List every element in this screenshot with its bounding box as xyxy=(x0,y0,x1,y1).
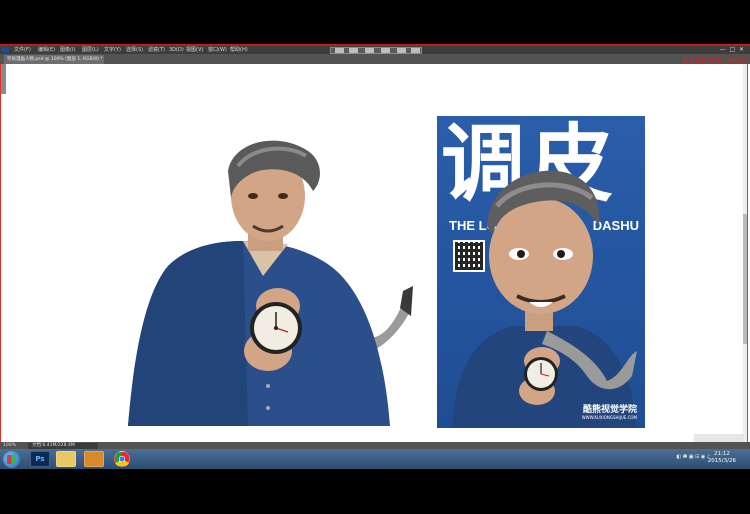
photoshop-logo-icon xyxy=(2,47,9,53)
menu-view[interactable]: 视图(V) xyxy=(186,47,203,54)
photoshop-icon[interactable]: Ps xyxy=(30,451,50,467)
system-tray[interactable]: ◧ ❶ ▣ ⊟ ◉ ♪ xyxy=(676,454,710,460)
minimize-icon[interactable]: — xyxy=(720,46,726,53)
window-controls: — □ ✕ xyxy=(720,46,744,54)
clock-time: 21:12 xyxy=(713,451,730,457)
poster-brand: 酷熊视觉学院 WWW.KUXIONGSHIJUE.COM xyxy=(582,402,637,420)
brand-url: WWW.KUXIONGSHIJUE.COM xyxy=(581,415,637,420)
workspace-switcher[interactable] xyxy=(330,47,422,54)
chrome-icon[interactable] xyxy=(114,451,130,467)
menu-layer[interactable]: 图层(L) xyxy=(82,47,99,54)
menu-filter[interactable]: 滤镜(T) xyxy=(148,47,165,54)
menu-type[interactable]: 文字(Y) xyxy=(104,47,121,54)
vertical-scrollbar[interactable] xyxy=(743,64,747,444)
caricature-poster: 调皮 THE LO DASHU 酷熊视觉学院 WWW.KUXIONGSHIJUE… xyxy=(437,116,645,428)
folder-icon[interactable] xyxy=(56,451,76,467)
menu-window[interactable]: 窗口(W) xyxy=(208,47,227,54)
clock[interactable]: 21:12 2015/3/26 xyxy=(708,451,736,465)
scrollbar-thumb[interactable] xyxy=(743,214,747,344)
clock-date: 2015/3/26 xyxy=(707,458,736,464)
portrait-photo xyxy=(128,140,413,426)
menu-select[interactable]: 选择(S) xyxy=(126,47,143,54)
start-icon[interactable] xyxy=(3,451,20,468)
menu-help[interactable]: 帮助(H) xyxy=(230,47,248,54)
document-tab-bar: 夸张漫画人物.psd @ 100% (图层 1, RGB/8) * 更多视频专栏… xyxy=(0,54,750,64)
menu-image[interactable]: 图像(I) xyxy=(60,47,75,54)
maximize-icon[interactable]: □ xyxy=(729,46,735,53)
brand-name: 酷熊视觉学院 xyxy=(582,405,637,415)
overlay-note: 更多视频专栏：米拉手 xyxy=(682,56,747,64)
menu-bar: 文件(F) 编辑(E) 图像(I) 图层(L) 文字(Y) 选择(S) 滤镜(T… xyxy=(0,44,750,54)
document-tab[interactable]: 夸张漫画人物.psd @ 100% (图层 1, RGB/8) * xyxy=(4,55,104,64)
bear-icon[interactable] xyxy=(84,451,104,467)
photoshop-window: 文件(F) 编辑(E) 图像(I) 图层(L) 文字(Y) 选择(S) 滤镜(T… xyxy=(0,44,750,469)
close-icon[interactable]: ✕ xyxy=(739,46,744,53)
menu-file[interactable]: 文件(F) xyxy=(14,47,31,54)
menu-edit[interactable]: 编辑(E) xyxy=(38,47,55,54)
windows-taskbar: Ps ◧ ❶ ▣ ⊟ ◉ ♪ 21:12 2015/3/26 xyxy=(0,449,750,469)
menu-3d[interactable]: 3D(D) xyxy=(169,47,184,54)
caricature-figure xyxy=(452,170,637,428)
